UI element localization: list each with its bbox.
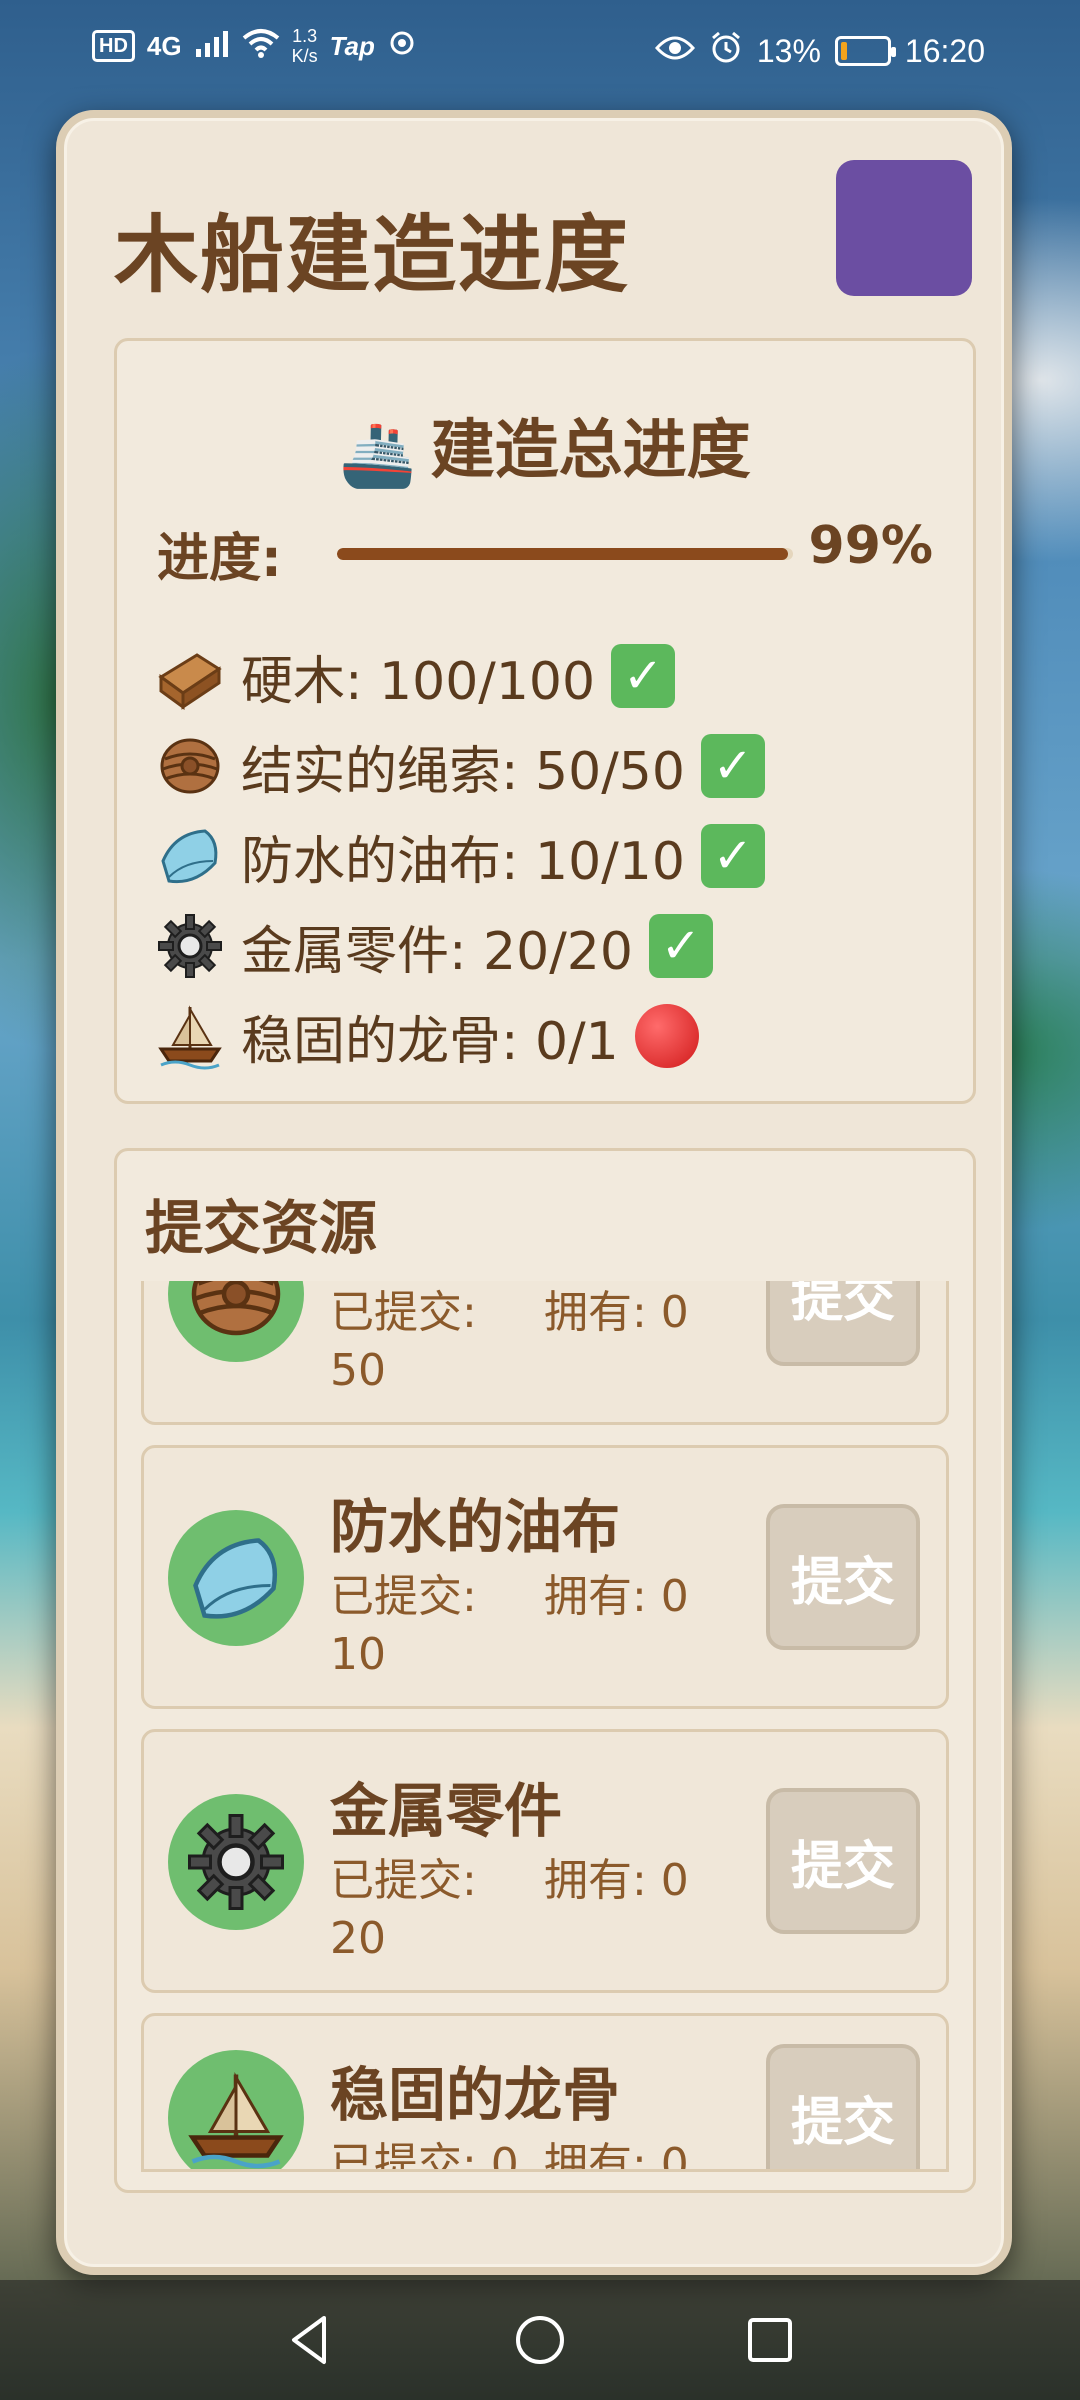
check-icon: ✓ — [700, 824, 765, 888]
wood-log-icon — [155, 641, 225, 711]
rope-icon — [155, 731, 225, 801]
eye-icon — [654, 33, 695, 70]
resource-row: 金属零件已提交: 20 拥有: 0 提交 — [141, 1729, 949, 1993]
resource-owned: 拥有: 0 — [544, 1287, 689, 1338]
tarp-icon — [184, 1526, 289, 1631]
rope-icon — [184, 1281, 289, 1347]
resource-submitted: 已提交: 20 — [330, 1855, 477, 1964]
requirement-item: 防水的油布: 10/10 ✓ — [155, 811, 765, 901]
resource-name: 稳固的龙骨 — [330, 2061, 621, 2129]
progress-percent: 99% — [808, 516, 933, 576]
requirement-text: 硬木: 100/100 — [241, 651, 596, 712]
requirement-text: 稳固的龙骨: 0/1 — [241, 1011, 619, 1072]
battery-percent: 13% — [756, 32, 821, 69]
gear-icon — [184, 1810, 289, 1915]
requirements-list: 硬木: 100/100 ✓ 结实的绳索: 50/50 ✓ 防水的油布: 10/10 ✓ 金属… — [155, 631, 765, 1081]
requirement-item: 金属零件: 20/20 ✓ — [155, 901, 765, 991]
hotspot-icon — [387, 28, 417, 65]
resource-owned: 拥有: 0 — [544, 1855, 689, 1906]
home-button[interactable] — [510, 2310, 570, 2370]
construction-dialog: 木船建造进度 🚢 建造总进度 进度: 99% 硬木: 100/100 ✓ 结实的绳索:… — [56, 110, 1012, 2275]
submit-button[interactable]: 提交 — [766, 2044, 920, 2170]
rope-icon-badge — [168, 1281, 304, 1362]
network-speed: 1.3 K/s — [291, 26, 318, 66]
home-icon — [516, 2316, 564, 2364]
ship-icon: 🚢 — [339, 418, 417, 491]
battery-icon — [834, 36, 896, 66]
overall-progress-heading: 建造总进度 — [430, 414, 751, 488]
requirement-item: 结实的绳索: 50/50 ✓ — [155, 721, 765, 811]
status-right: 13% 16:20 — [654, 30, 985, 72]
progress-bar-fill — [337, 548, 789, 560]
red-circle-icon — [634, 1004, 699, 1068]
submit-resources-scroll: 结实的绳索已提交: 50拥有: 0提交防水的油布已提交: 10拥有: 0提交金属… — [141, 1281, 949, 2170]
resource-owned: 拥有: 0 — [544, 1571, 689, 1622]
submit-resources-card: 提交资源 结实的绳索已提交: 50拥有: 0提交防水的油布已提交: 10拥有: … — [114, 1148, 976, 2193]
ship-keel-icon — [155, 1001, 225, 1071]
submit-button[interactable]: 提交 — [766, 1281, 920, 1366]
recents-button[interactable] — [740, 2310, 800, 2370]
resource-submitted: 已提交: 10 — [330, 1571, 477, 1680]
resource-row: 结实的绳索已提交: 50拥有: 0提交 — [141, 1281, 949, 1425]
back-button[interactable] — [280, 2310, 340, 2370]
close-button[interactable] — [836, 160, 972, 296]
back-icon — [292, 2316, 326, 2364]
submit-button[interactable]: 提交 — [766, 1504, 920, 1650]
recents-icon — [748, 2318, 792, 2362]
clock: 16:20 — [904, 32, 985, 69]
check-icon: ✓ — [700, 734, 765, 798]
list-divider — [141, 2169, 949, 2172]
battery-level — [840, 42, 848, 60]
check-icon: ✓ — [648, 914, 713, 978]
resource-name: 防水的油布 — [330, 1493, 621, 1561]
alarm-icon — [709, 30, 743, 72]
resource-row: 稳固的龙骨 已提交: 0 拥有: 0 提交 — [141, 2013, 949, 2170]
gear-icon-badge — [168, 1794, 304, 1930]
progress-row: 进度: 99% — [157, 516, 933, 589]
progress-label: 进度: — [157, 529, 282, 589]
submit-resources-title: 提交资源 — [145, 1194, 378, 1262]
navigation-bar — [0, 2280, 1080, 2400]
overall-progress-card: 🚢 建造总进度 进度: 99% 硬木: 100/100 ✓ 结实的绳索: 50/50 ✓… — [114, 338, 976, 1104]
submit-resources-list[interactable]: 结实的绳索已提交: 50拥有: 0提交防水的油布已提交: 10拥有: 0提交金属… — [141, 1281, 949, 2170]
dialog-title: 木船建造进度 — [114, 206, 631, 304]
hd-badge: HD — [92, 30, 135, 62]
status-bar: HD 4G 1.3 K/s Tap 13% 16:20 — [0, 0, 1080, 110]
ship-keel-icon-badge — [168, 2050, 304, 2170]
overall-progress-title: 🚢 建造总进度 — [117, 399, 973, 492]
tarp-icon-badge — [168, 1510, 304, 1646]
resource-name: 金属零件 — [330, 1777, 563, 1845]
requirement-text: 结实的绳索: 50/50 — [241, 741, 685, 802]
requirement-item: 稳固的龙骨: 0/1 — [155, 991, 765, 1081]
ship-keel-icon — [184, 2066, 289, 2171]
tap-badge: Tap — [329, 30, 375, 61]
requirement-item: 硬木: 100/100 ✓ — [155, 631, 765, 721]
wifi-icon — [242, 28, 280, 65]
network-type: 4G — [146, 30, 182, 61]
check-icon: ✓ — [611, 644, 676, 708]
resource-row: 防水的油布已提交: 10 拥有: 0 提交 — [141, 1445, 949, 1709]
status-left: HD 4G 1.3 K/s Tap — [92, 26, 417, 66]
progress-bar — [337, 548, 793, 560]
signal-icon — [194, 29, 230, 64]
requirement-text: 金属零件: 20/20 — [241, 921, 633, 982]
tarp-icon — [155, 821, 225, 891]
resource-owned: 拥有: 0 — [544, 2139, 689, 2170]
requirement-text: 防水的油布: 10/10 — [241, 831, 685, 892]
submit-button[interactable]: 提交 — [766, 1788, 920, 1934]
resource-submitted: 已提交: 50 — [330, 1287, 477, 1396]
gear-icon — [155, 911, 225, 981]
